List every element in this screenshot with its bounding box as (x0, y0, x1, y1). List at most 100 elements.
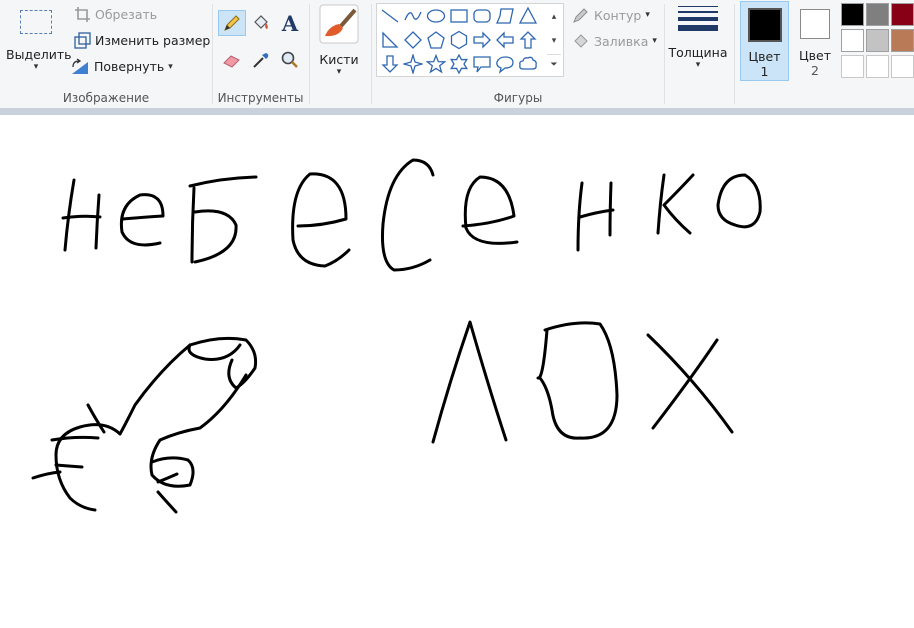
diamond-icon (404, 31, 422, 49)
ribbon: Выделить ▾ Обрезать Изменить размер Пове… (0, 0, 914, 109)
color2-swatch (800, 9, 830, 39)
fill-bucket-icon (254, 15, 268, 29)
color2-button[interactable]: Цвет 2 (792, 1, 838, 81)
palette-swatch[interactable] (866, 55, 889, 78)
crop-label: Обрезать (95, 7, 158, 22)
four-point-star-shape[interactable] (402, 53, 424, 75)
rect-callout-shape[interactable] (471, 53, 493, 75)
brushes-caret-icon: ▾ (336, 67, 342, 77)
right-arrow-shape[interactable] (471, 29, 493, 51)
crop-button[interactable]: Обрезать (74, 6, 157, 23)
hexagon-shape[interactable] (448, 29, 470, 51)
rotate-caret-icon: ▾ (168, 61, 173, 72)
color-picker-tool-button[interactable] (247, 47, 275, 73)
palette-swatch[interactable] (866, 3, 889, 26)
palette-swatch[interactable] (841, 3, 864, 26)
five-point-star-shape[interactable] (425, 53, 447, 75)
down-arrow-shape[interactable] (379, 53, 401, 75)
palette-swatch[interactable] (841, 55, 864, 78)
fill-icon (574, 34, 588, 48)
color2-number: 2 (811, 63, 819, 78)
separator (664, 4, 665, 104)
oval-callout-icon (496, 56, 514, 74)
shapes-expand[interactable]: ⏷ (547, 54, 561, 75)
stroke (716, 173, 762, 229)
rotate-label: Повернуть (94, 59, 165, 74)
right-triangle-shape[interactable] (379, 29, 401, 51)
outline-pencil-icon (573, 8, 588, 23)
pentagon-icon (427, 31, 445, 49)
right-arrow-icon (473, 31, 491, 49)
pentagon-shape[interactable] (425, 29, 447, 51)
rectangle-shape[interactable] (448, 5, 470, 27)
left-arrow-shape[interactable] (494, 29, 516, 51)
stroke (381, 158, 435, 272)
select-label: Выделить (6, 47, 72, 62)
color1-number: 1 (760, 64, 769, 79)
up-arrow-icon (519, 31, 537, 49)
resize-button[interactable]: Изменить размер (74, 32, 210, 49)
palette-swatch[interactable] (891, 55, 914, 78)
drawing-canvas[interactable] (0, 115, 914, 628)
stroke (576, 181, 615, 252)
hexagon-icon (450, 30, 468, 50)
line-shape[interactable] (379, 5, 401, 27)
rotate-icon (72, 58, 88, 74)
palette-swatch[interactable] (891, 3, 914, 26)
outline-label: Контур (594, 7, 642, 23)
palette-swatch[interactable] (891, 29, 914, 52)
separator (371, 4, 372, 104)
oval-callout-shape[interactable] (494, 53, 516, 75)
palette-swatch[interactable] (866, 29, 889, 52)
outline-caret-icon: ▾ (645, 10, 650, 20)
polygon-shape[interactable] (494, 5, 516, 27)
size-caret-icon: ▾ (695, 60, 701, 70)
rotate-button[interactable]: Повернуть ▾ (70, 58, 173, 75)
eyedropper-icon (253, 53, 269, 68)
color2-label: Цвет (798, 48, 832, 63)
outline-button[interactable]: Контур ▾ (572, 6, 650, 24)
pencil-tool-button[interactable] (218, 10, 246, 36)
stroke (461, 175, 519, 245)
fill-tool-button[interactable] (247, 10, 275, 36)
curve-shape[interactable] (402, 5, 424, 27)
select-button[interactable]: Выделить ▾ (6, 6, 72, 78)
rounded-rectangle-shape[interactable] (471, 5, 493, 27)
separator (734, 4, 735, 104)
brushes-label: Кисти (319, 52, 359, 67)
triangle-icon (518, 6, 538, 24)
oval-shape[interactable] (425, 5, 447, 27)
cloud-callout-shape[interactable] (517, 53, 539, 75)
size-button[interactable]: Толщина ▾ (668, 4, 728, 70)
diamond-shape[interactable] (402, 29, 424, 51)
down-arrow-icon (381, 55, 399, 73)
stroke (31, 403, 106, 480)
triangle-shape[interactable] (517, 5, 539, 27)
stroke (188, 175, 258, 264)
shapes-scroll-down[interactable]: ▾ (547, 30, 561, 52)
fill-button[interactable]: Заливка ▾ (572, 32, 657, 50)
crop-icon (75, 7, 90, 22)
stroke (94, 193, 101, 250)
up-arrow-shape[interactable] (517, 29, 539, 51)
color1-label: Цвет (748, 49, 781, 64)
shapes-scroll-up[interactable]: ▴ (547, 6, 561, 28)
resize-label: Изменить размер (95, 33, 211, 48)
stroke (656, 173, 695, 235)
size-lines-icon (678, 6, 718, 31)
text-tool-button[interactable]: A (276, 10, 304, 36)
magnifier-icon (281, 51, 298, 68)
eraser-tool-button[interactable] (218, 47, 246, 73)
select-rect-icon (20, 10, 52, 34)
left-arrow-icon (496, 31, 514, 49)
polygon-icon (496, 8, 514, 24)
six-point-star-shape[interactable] (448, 53, 470, 75)
brushes-button[interactable]: Кисти ▾ (312, 4, 366, 77)
fill-label: Заливка (594, 33, 649, 49)
stroke (536, 321, 619, 440)
palette-swatch[interactable] (841, 29, 864, 52)
stroke (187, 336, 258, 390)
color1-button[interactable]: Цвет 1 (740, 1, 789, 81)
fill-caret-icon: ▾ (652, 36, 657, 46)
magnifier-tool-button[interactable] (276, 47, 304, 73)
